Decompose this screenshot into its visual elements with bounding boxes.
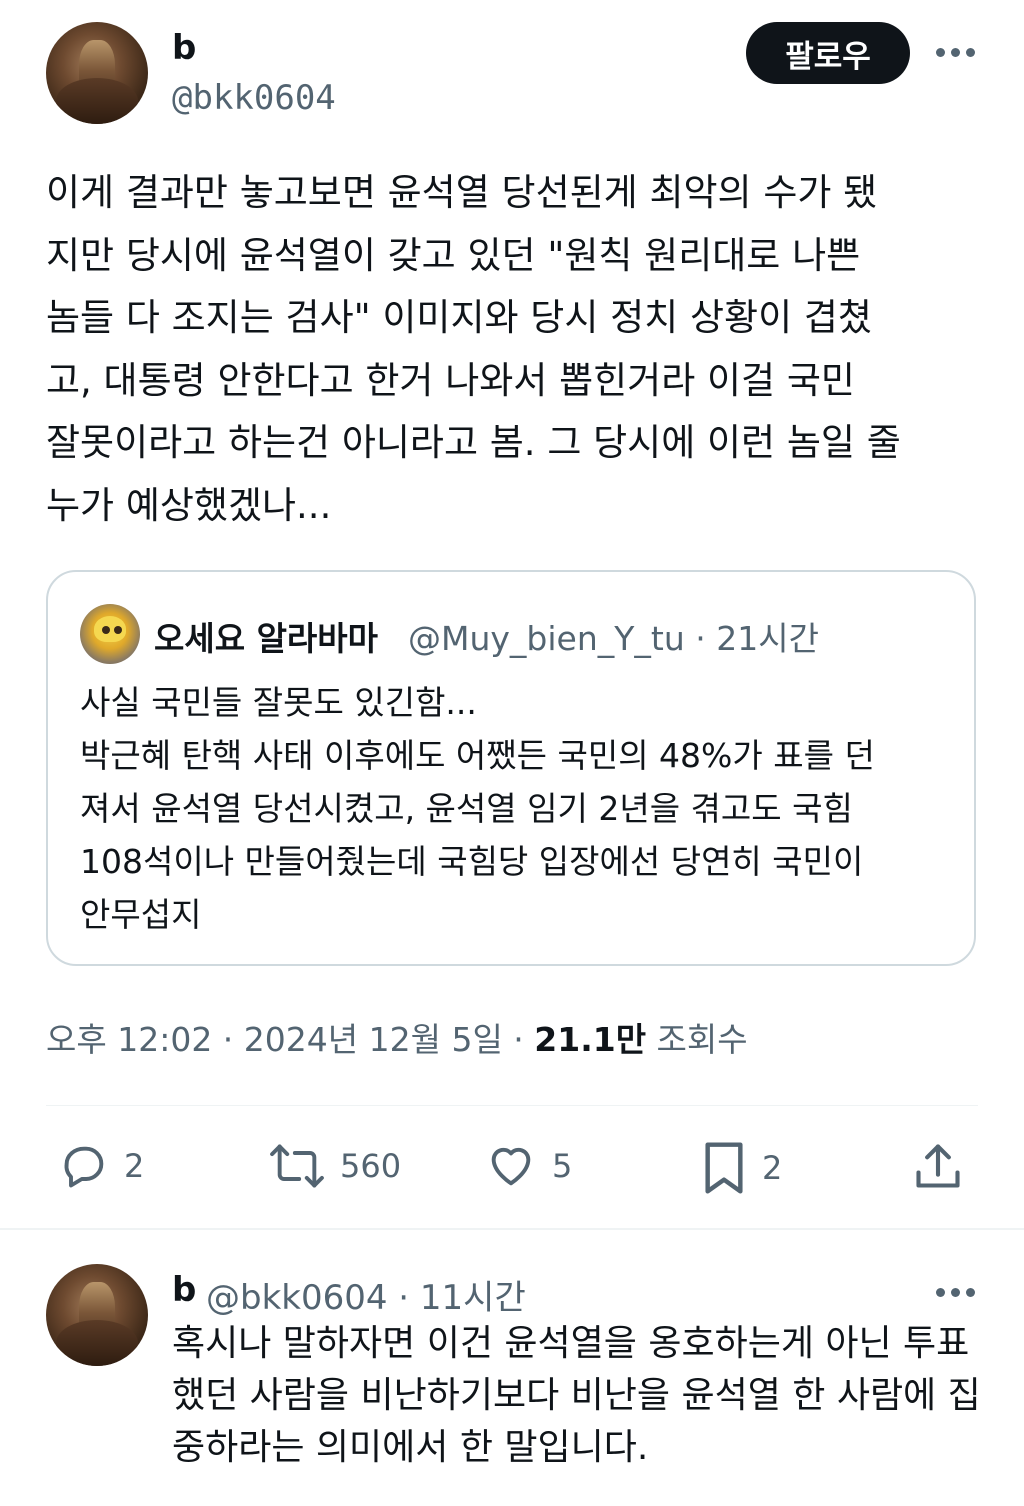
bookmark-button[interactable]: 2: [700, 1140, 782, 1196]
tweet-text: 이게 결과만 놓고보면 윤석열 당선된게 최악의 수가 됐 지만 당시에 윤석열…: [46, 171, 901, 527]
reply-text: 혹시나 말하자면 이건 윤석열을 옹호하는게 아닌 투표 했던 사람을 비난하기…: [172, 1323, 981, 1468]
reply-author-avatar[interactable]: [46, 1264, 148, 1366]
reply-button[interactable]: 2: [58, 1140, 144, 1192]
reply-author-name[interactable]: b: [172, 1270, 196, 1310]
like-count: 5: [552, 1147, 573, 1185]
heart-icon: [491, 1147, 531, 1186]
quote-author-avatar[interactable]: [80, 604, 140, 664]
retweet-count: 560: [340, 1147, 402, 1185]
reply-count: 2: [124, 1147, 145, 1185]
divider: [46, 1105, 978, 1106]
tweet-meta: 오후 12:02 · 2024년 12월 5일 · 21.1만 조회수: [46, 1013, 748, 1061]
tweet-timestamp[interactable]: 오후 12:02 · 2024년 12월 5일 ·: [46, 1020, 534, 1059]
section-divider: [0, 1228, 1024, 1230]
quoted-tweet-card[interactable]: 오세요 알라바마 @Muy_bien_Y_tu · 21시간 사실 국민들 잘못…: [46, 570, 976, 966]
share-button[interactable]: [912, 1140, 964, 1192]
like-button[interactable]: 5: [484, 1140, 572, 1192]
retweet-icon: [270, 1144, 324, 1188]
views-count: 21.1만: [534, 1020, 647, 1059]
author-handle[interactable]: @bkk0604: [172, 78, 336, 118]
bookmark-icon: [705, 1142, 743, 1194]
quote-handle-time: @Muy_bien_Y_tu · 21시간: [408, 619, 819, 658]
views-label: 조회수: [646, 1020, 748, 1059]
quote-author-name[interactable]: 오세요 알라바마: [154, 612, 378, 660]
author-name[interactable]: b: [172, 28, 196, 68]
reply-more-options-icon[interactable]: [936, 1288, 975, 1297]
quote-text: 사실 국민들 잘못도 있긴함... 박근혜 탄핵 사태 이후에도 어쨌든 국민의…: [80, 683, 875, 934]
author-avatar[interactable]: [46, 22, 148, 124]
bookmark-count: 2: [762, 1149, 783, 1187]
reply-handle-time: @bkk0604 · 11시간: [206, 1278, 526, 1318]
share-icon: [916, 1144, 960, 1188]
reply-icon: [64, 1146, 104, 1188]
retweet-button[interactable]: 560: [268, 1140, 401, 1192]
more-options-icon[interactable]: [936, 48, 975, 57]
follow-button[interactable]: 팔로우: [746, 22, 910, 84]
